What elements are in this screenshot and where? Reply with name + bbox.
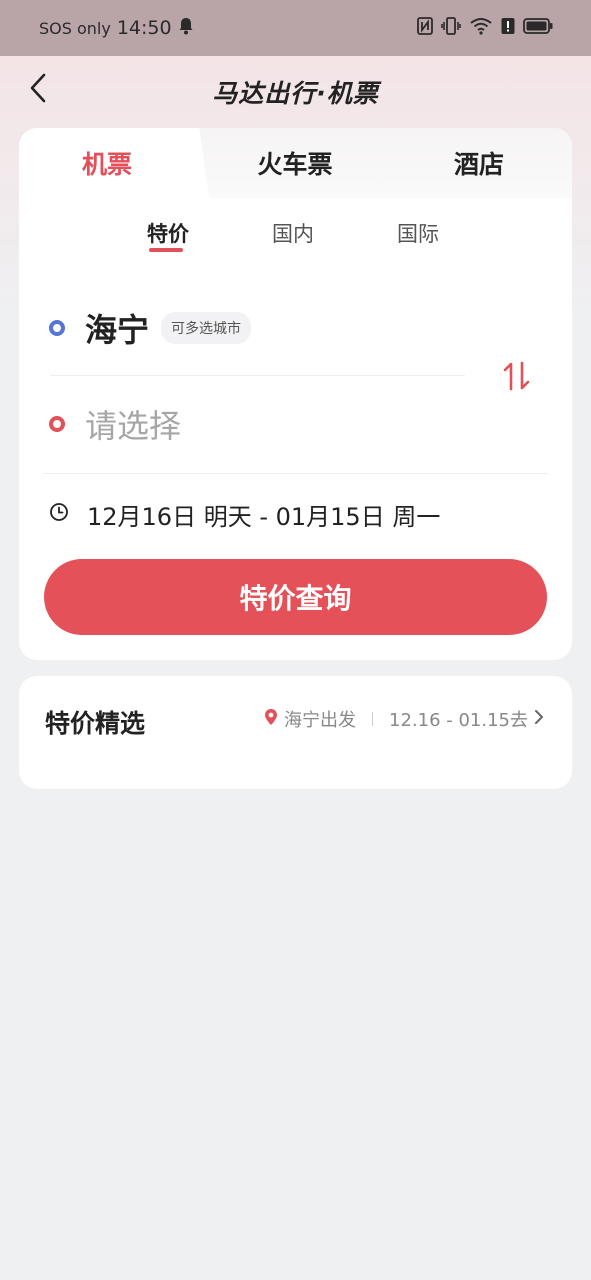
deals-date-range: 12.16 - 01.15去	[389, 710, 528, 731]
departure-row[interactable]: 海宁 可多选城市	[49, 296, 479, 360]
flight-type-tabs: 特价 国内 国际	[19, 218, 572, 258]
arrival-city-placeholder[interactable]: 请选择	[85, 401, 181, 447]
arrival-dot-icon	[49, 416, 65, 432]
tab-hotel[interactable]: 酒店	[389, 128, 569, 198]
clock-icon	[49, 502, 69, 526]
departure-city[interactable]: 海宁	[85, 305, 149, 351]
chevron-right-icon	[534, 709, 544, 730]
status-right	[417, 17, 553, 39]
nfc-icon	[417, 17, 433, 39]
tab-flight-label: 机票	[81, 150, 132, 179]
swap-cities-button[interactable]	[497, 358, 537, 398]
vibrate-icon	[441, 17, 461, 39]
battery-icon	[523, 18, 553, 38]
arrival-row[interactable]: 请选择	[49, 392, 479, 456]
nav-bar: 马达出行·机票	[0, 56, 591, 126]
sub-tab-domestic[interactable]: 国内	[272, 218, 314, 248]
sub-tab-international[interactable]: 国际	[397, 218, 439, 248]
date-range-text: 12月16日 明天 - 01月15日 周一	[87, 502, 441, 531]
page-title: 马达出行·机票	[212, 79, 379, 108]
location-pin-icon	[264, 708, 278, 731]
tab-hotel-label: 酒店	[453, 150, 504, 179]
tab-train-label: 火车票	[257, 150, 333, 179]
alert-icon	[501, 17, 515, 39]
date-range-row[interactable]: 12月16日 明天 - 01月15日 周一	[49, 494, 549, 534]
date-divider	[43, 473, 548, 474]
carrier-text: SOS only	[39, 18, 111, 38]
multi-city-tag[interactable]: 可多选城市	[161, 312, 252, 344]
deals-origin: 海宁出发	[284, 710, 356, 731]
active-sub-tab-indicator	[149, 248, 183, 252]
special-search-button[interactable]: 特价查询	[44, 559, 547, 635]
status-bar: SOS only 14:50	[0, 0, 591, 56]
clock-time: 14:50	[116, 17, 172, 39]
bell-icon	[178, 17, 194, 39]
tab-flight[interactable]: 机票	[19, 128, 195, 198]
deals-filter-link[interactable]: 海宁出发 12.16 - 01.15去	[264, 706, 544, 732]
tab-train[interactable]: 火车票	[205, 128, 385, 198]
status-left: SOS only 14:50	[39, 17, 194, 39]
departure-dot-icon	[49, 320, 65, 336]
route-divider	[50, 375, 465, 376]
swap-arrows-icon	[501, 360, 533, 396]
sub-tab-special[interactable]: 特价	[147, 218, 189, 248]
booking-card: 机票 火车票 酒店 特价 国内 国际 海宁 可多选城市 请选择 12月16日 明…	[19, 128, 572, 660]
meta-separator	[372, 712, 373, 726]
wifi-icon	[469, 17, 493, 39]
deals-title: 特价精选	[45, 709, 146, 738]
category-tabs: 机票 火车票 酒店	[19, 128, 572, 198]
deals-card: 特价精选 海宁出发 12.16 - 01.15去	[19, 676, 572, 789]
